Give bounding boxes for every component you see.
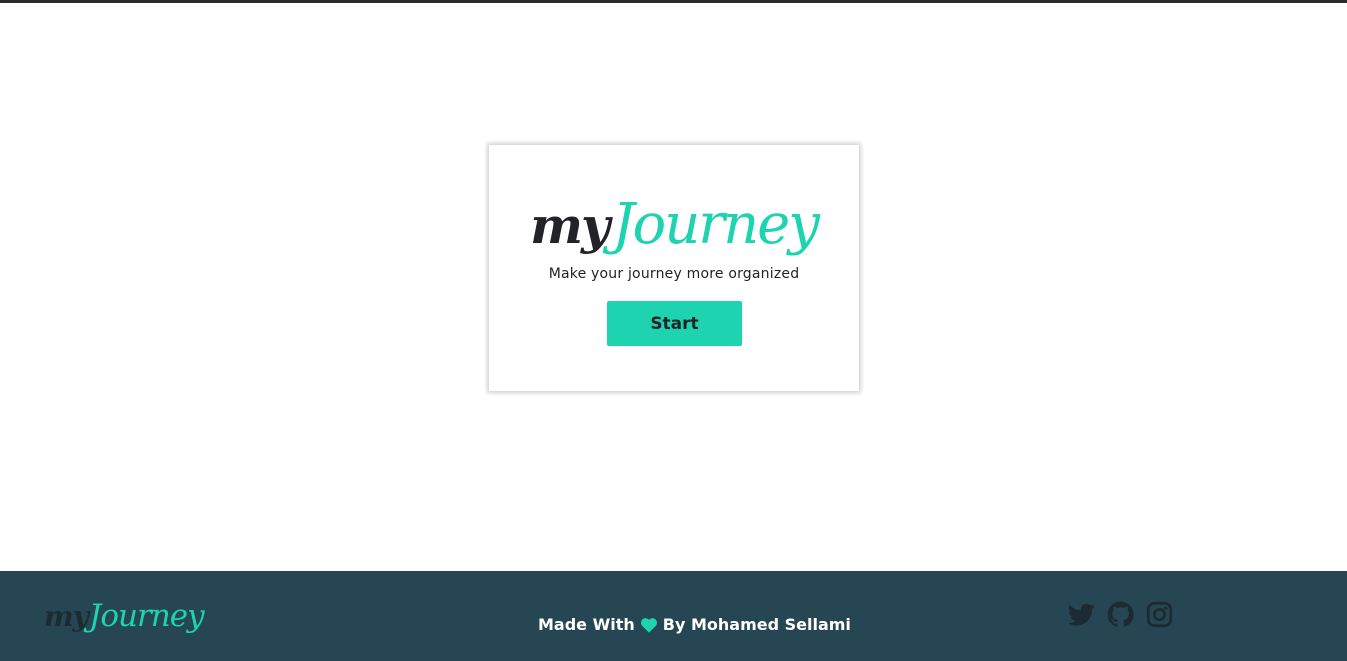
start-button[interactable]: Start: [607, 301, 742, 346]
tagline: Make your journey more organized: [548, 266, 800, 282]
made-with-text: Made With: [538, 615, 635, 634]
footer-logo: myJourney: [44, 598, 205, 634]
footer-logo-journey-text: Journey: [88, 598, 205, 634]
logo-my-text: my: [530, 196, 610, 255]
footer: myJourney Made With By Mohamed Sellami: [0, 571, 1347, 661]
app-logo: myJourney: [489, 197, 859, 253]
footer-logo-my-text: my: [44, 600, 89, 633]
logo-journey-text: Journey: [612, 192, 820, 257]
instagram-icon[interactable]: [1146, 601, 1173, 628]
twitter-icon[interactable]: [1068, 601, 1095, 628]
author-text: By Mohamed Sellami: [662, 615, 851, 634]
social-links: [1068, 601, 1173, 628]
top-border: [0, 0, 1347, 3]
github-icon[interactable]: [1107, 601, 1134, 628]
footer-credit: Made With By Mohamed Sellami: [538, 615, 851, 634]
heart-icon: [640, 617, 658, 633]
welcome-card: myJourney Make your journey more organiz…: [489, 145, 859, 391]
